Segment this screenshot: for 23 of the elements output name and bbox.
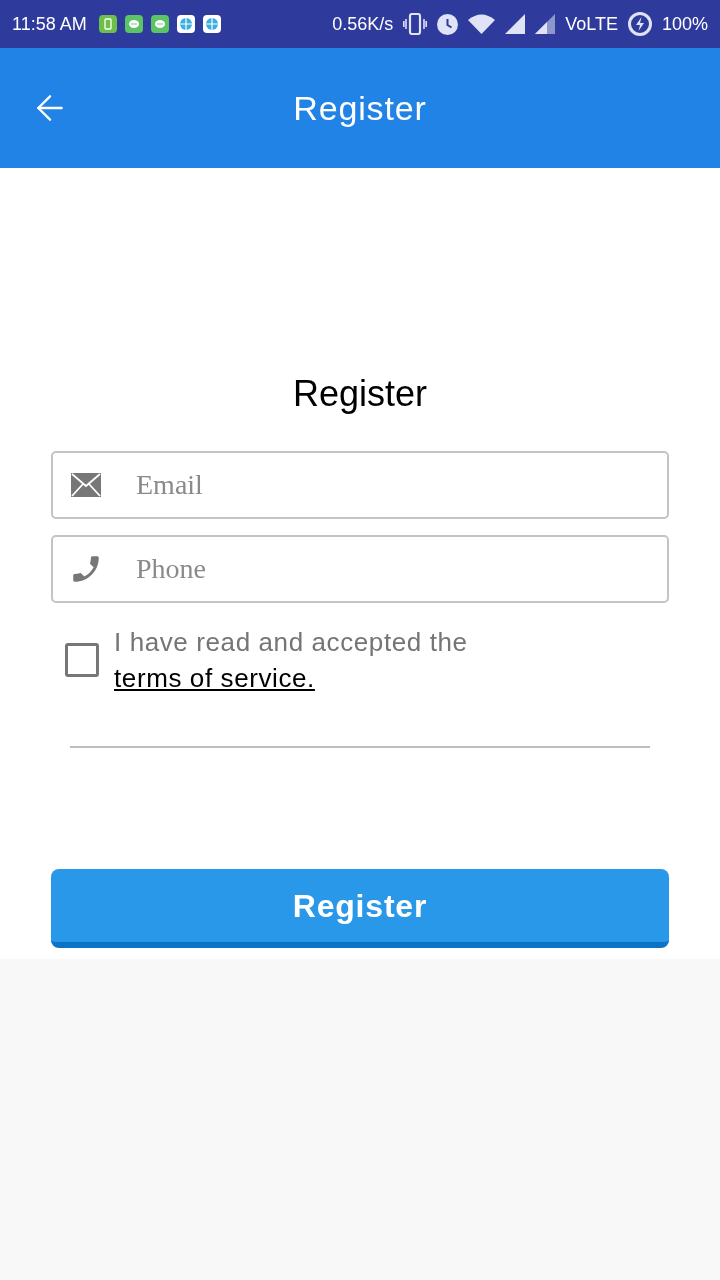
terms-text: I have read and accepted the terms of service. xyxy=(114,626,469,695)
signal-icon xyxy=(535,14,556,34)
battery-charging-icon xyxy=(627,12,652,36)
terms-checkbox[interactable] xyxy=(65,643,99,677)
app-bar-title: Register xyxy=(293,87,427,129)
battery-level: 100% xyxy=(661,12,708,36)
network-speed: 0.56K/s xyxy=(332,12,394,36)
form-heading: Register xyxy=(291,372,429,415)
email-field[interactable]: Email xyxy=(51,451,669,519)
chat-bubble-icon xyxy=(124,15,143,33)
vibrate-icon xyxy=(403,13,428,35)
terms-link[interactable]: terms of service. xyxy=(114,663,315,693)
signal-icon xyxy=(505,14,526,34)
status-time: 11:58 AM xyxy=(12,12,87,36)
network-type: VoLTE xyxy=(565,12,618,36)
globe-app-icon xyxy=(176,15,195,33)
chat-bubble-icon xyxy=(150,15,169,33)
phone-app-icon xyxy=(98,15,117,33)
phone-field[interactable]: Phone xyxy=(51,535,669,603)
globe-app-icon xyxy=(202,15,221,33)
wifi-icon xyxy=(468,14,496,34)
alarm-clock-icon xyxy=(437,13,459,35)
envelope-icon xyxy=(71,473,101,497)
